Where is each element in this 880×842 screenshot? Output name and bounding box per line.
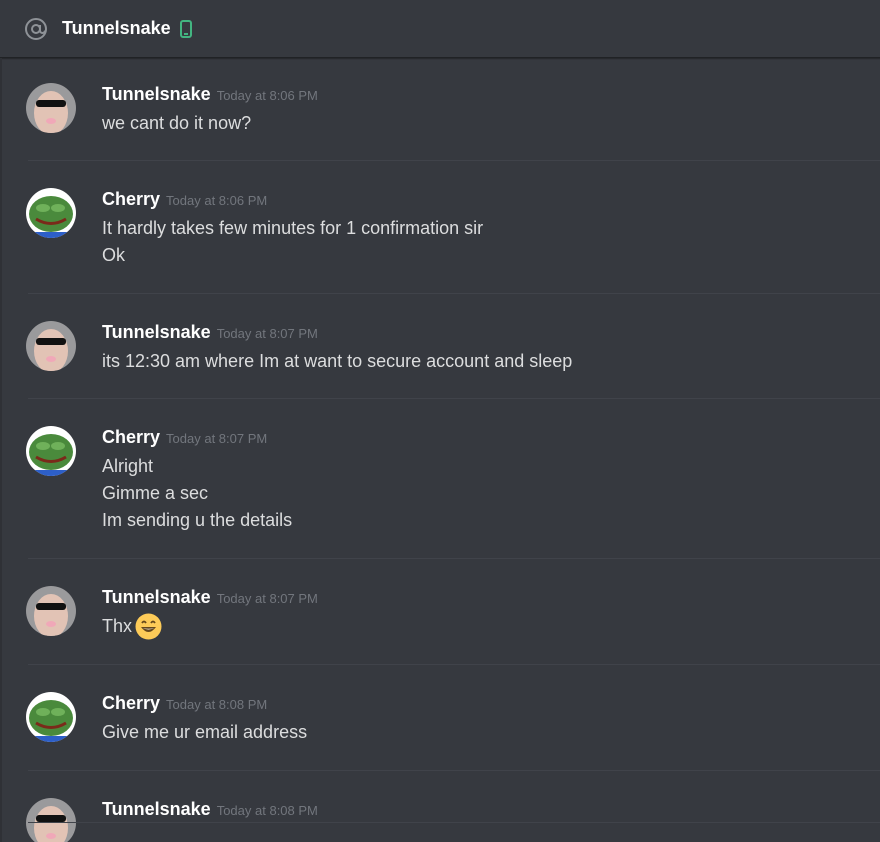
mobile-phone-icon bbox=[179, 19, 192, 38]
tunnelsnake-avatar[interactable] bbox=[26, 321, 76, 371]
message-author[interactable]: Cherry bbox=[102, 693, 160, 713]
message-divider bbox=[28, 398, 880, 399]
message-author[interactable]: Tunnelsnake bbox=[102, 587, 211, 607]
message-text: Ok bbox=[102, 245, 126, 265]
message-author[interactable]: Cherry bbox=[102, 427, 160, 447]
message-divider bbox=[28, 160, 880, 161]
tunnelsnake-avatar[interactable] bbox=[26, 83, 76, 133]
message-divider bbox=[28, 558, 880, 559]
message-author[interactable]: Tunnelsnake bbox=[102, 322, 211, 342]
message-text: Im sending u the details bbox=[102, 510, 293, 530]
message-author[interactable]: Cherry bbox=[102, 189, 160, 209]
message-timestamp: Today at 8:08 PM bbox=[166, 697, 268, 712]
message-divider bbox=[28, 293, 880, 294]
at-icon bbox=[24, 17, 48, 41]
message-list[interactable]: Tunnelsnake Today at 8:06 PM we cant do i… bbox=[0, 58, 880, 842]
grinning-smile-emoji[interactable] bbox=[135, 613, 162, 640]
message-timestamp: Today at 8:07 PM bbox=[216, 326, 318, 341]
message-timestamp: Today at 8:08 PM bbox=[216, 803, 318, 818]
cherry-pepe-avatar[interactable] bbox=[26, 426, 76, 476]
channel-header: Tunnelsnake bbox=[0, 0, 880, 58]
message-text: It hardly takes few minutes for 1 confir… bbox=[102, 218, 484, 238]
message-author[interactable]: Tunnelsnake bbox=[102, 84, 211, 104]
dm-recipient-name[interactable]: Tunnelsnake bbox=[62, 18, 171, 39]
cherry-pepe-avatar[interactable] bbox=[26, 692, 76, 742]
tunnelsnake-avatar[interactable] bbox=[26, 798, 76, 842]
message-timestamp: Today at 8:06 PM bbox=[166, 193, 268, 208]
message-line: Thx bbox=[102, 613, 162, 640]
message-timestamp: Today at 8:06 PM bbox=[216, 88, 318, 103]
message-author[interactable]: Tunnelsnake bbox=[102, 799, 211, 819]
message-timestamp: Today at 8:07 PM bbox=[166, 431, 268, 446]
tunnelsnake-avatar[interactable] bbox=[26, 586, 76, 636]
message-timestamp: Today at 8:07 PM bbox=[216, 591, 318, 606]
message-text: Thx bbox=[102, 616, 133, 636]
message-text: we cant do it now? bbox=[102, 113, 252, 133]
message-text: Alright bbox=[102, 456, 154, 476]
message-divider bbox=[28, 822, 880, 823]
message-text: Give me ur email address bbox=[102, 722, 308, 742]
message-divider bbox=[28, 664, 880, 665]
cherry-pepe-avatar[interactable] bbox=[26, 188, 76, 238]
message-text: its 12:30 am where Im at want to secure … bbox=[102, 351, 573, 371]
message-text: Gimme a sec bbox=[102, 483, 209, 503]
message-divider bbox=[28, 770, 880, 771]
